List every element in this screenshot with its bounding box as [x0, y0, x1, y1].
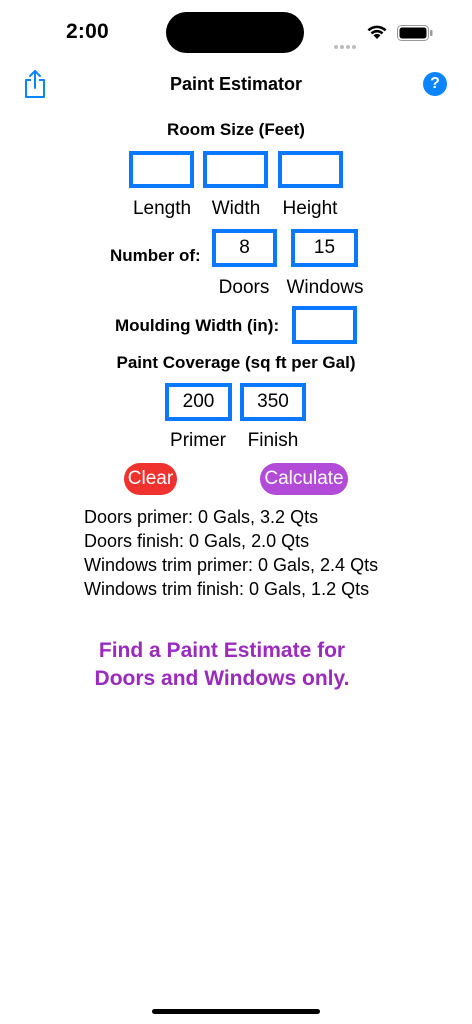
doors-label: Doors: [218, 277, 270, 298]
primer-label: Primer: [170, 430, 226, 451]
calculate-button[interactable]: Calculate: [260, 463, 348, 495]
question-mark-icon: ?: [430, 75, 440, 92]
length-label: Length: [132, 198, 192, 219]
promo-text: Find a Paint Estimate for Doors and Wind…: [0, 637, 444, 693]
help-button[interactable]: ?: [423, 72, 447, 96]
finish-coverage-input[interactable]: [240, 383, 306, 421]
status-time: 2:00: [66, 20, 109, 43]
width-input[interactable]: [203, 151, 268, 188]
result-doors-finish: Doors finish: 0 Gals, 2.0 Qts: [84, 531, 310, 551]
promo-line-2: Doors and Windows only.: [94, 667, 350, 690]
moulding-width-label: Moulding Width (in):: [115, 316, 280, 335]
height-input[interactable]: [278, 151, 343, 188]
finish-label: Finish: [247, 430, 299, 451]
height-label: Height: [282, 198, 338, 219]
moulding-width-input[interactable]: [292, 306, 357, 344]
doors-input[interactable]: [212, 229, 277, 267]
result-doors-primer: Doors primer: 0 Gals, 3.2 Qts: [84, 507, 319, 527]
result-windows-trim-primer: Windows trim primer: 0 Gals, 2.4 Qts: [84, 555, 379, 575]
wifi-icon: [366, 24, 388, 45]
promo-line-1: Find a Paint Estimate for: [98, 639, 346, 662]
paint-coverage-title: Paint Coverage (sq ft per Gal): [116, 353, 356, 372]
home-indicator[interactable]: [152, 1009, 320, 1014]
clear-button[interactable]: Clear: [124, 463, 177, 495]
room-size-title: Room Size (Feet): [167, 120, 305, 139]
width-label: Width: [211, 198, 261, 219]
primer-coverage-input[interactable]: [165, 383, 232, 421]
windows-label: Windows: [286, 277, 364, 298]
cellular-signal-icon: [334, 36, 358, 54]
page-title: Paint Estimator: [169, 74, 303, 94]
dynamic-island: [166, 12, 304, 53]
windows-input[interactable]: [291, 229, 358, 267]
number-of-label: Number of:: [110, 246, 201, 265]
results-list: Doors primer: 0 Gals, 3.2 Qts Doors fini…: [84, 505, 378, 601]
length-input[interactable]: [129, 151, 194, 188]
battery-icon: [397, 25, 433, 46]
result-windows-trim-finish: Windows trim finish: 0 Gals, 1.2 Qts: [84, 579, 370, 599]
